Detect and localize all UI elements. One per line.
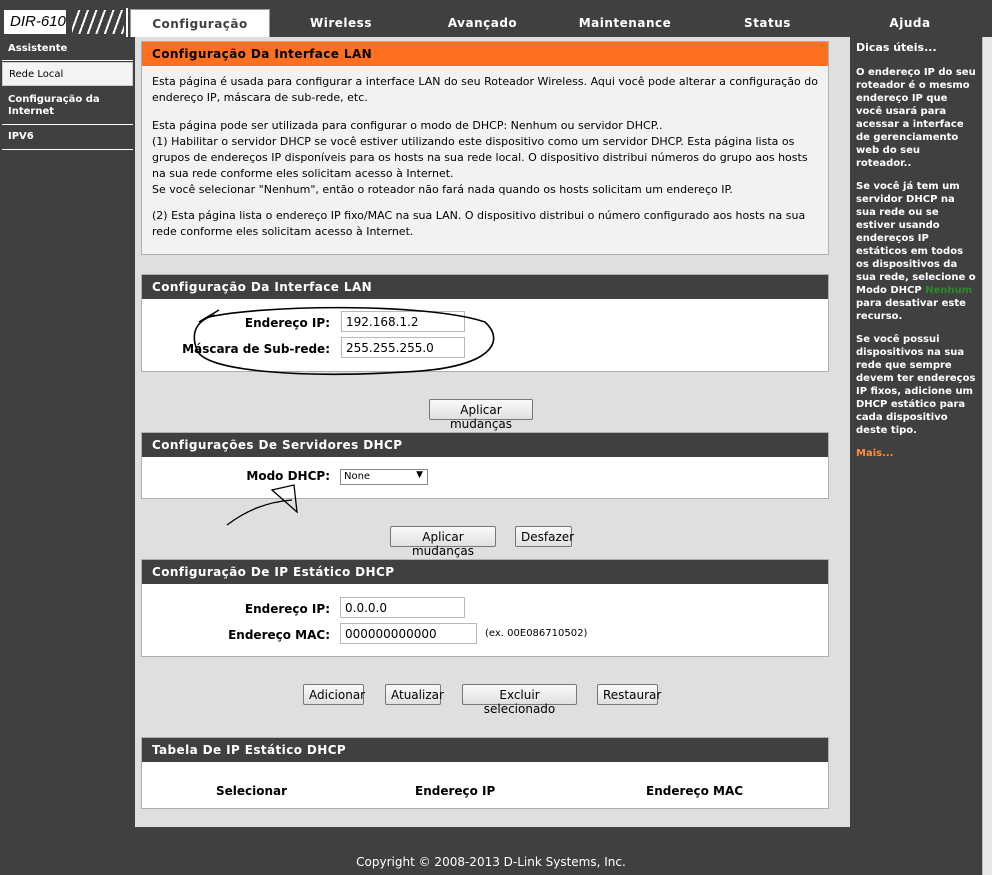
logo-stripes [72, 10, 124, 34]
static-mac-input[interactable]: 000000000000 [340, 623, 477, 644]
model-logo: DIR-610 [2, 8, 128, 37]
tab-ajuda[interactable]: Ajuda [841, 10, 979, 35]
static-ip-panel: Configuração De IP Estático DHCP Endereç… [141, 559, 829, 657]
mac-example-hint: (ex. 00E086710502) [485, 628, 588, 639]
intro-paragraph-2c: Se você selecionar "Nenhum", então o rot… [152, 183, 733, 196]
lan-mask-label: Máscara de Sub-rede: [182, 342, 330, 356]
intro-paragraph-3: (2) Esta página lista o endereço IP fixo… [152, 209, 806, 238]
help-paragraph-2: Se você já tem um servidor DHCP na sua r… [856, 181, 976, 322]
chevron-down-icon: ▼ [416, 470, 423, 480]
tab-status[interactable]: Status [699, 10, 836, 35]
sidebar: Assistente Rede Local Configuração da In… [2, 37, 135, 827]
footer-copyright: Copyright © 2008-2013 D-Link Systems, In… [0, 827, 982, 875]
top-navigation: DIR-610 Configuração Wireless Avançado M… [0, 0, 992, 37]
lan-ip-label: Endereço IP: [244, 316, 330, 330]
sidebar-item-assistente[interactable]: Assistente [2, 37, 133, 61]
restore-button[interactable]: Restaurar [597, 684, 661, 705]
page-edge [982, 37, 992, 875]
sidebar-item-configuracao-internet[interactable]: Configuração da Internet [2, 87, 133, 125]
static-panel-title: Configuração De IP Estático DHCP [142, 560, 828, 584]
intro-panel: Configuração Da Interface LAN Esta págin… [141, 41, 829, 255]
update-button[interactable]: Atualizar [385, 684, 444, 705]
dhcp-mode-select[interactable]: None ▼ [340, 469, 428, 485]
static-ip-input[interactable]: 0.0.0.0 [340, 597, 465, 618]
column-header-mac: Endereço MAC [646, 784, 744, 798]
intro-paragraph-2b: (1) Habilitar o servidor DHCP se você es… [152, 135, 808, 180]
lan-mask-input[interactable]: 255.255.255.0 [341, 337, 465, 358]
model-name: DIR-610 [4, 10, 66, 34]
dhcp-apply-button[interactable]: Aplicar mudanças [390, 526, 496, 558]
static-mac-label: Endereço MAC: [228, 628, 330, 642]
tab-maintenance[interactable]: Maintenance [556, 10, 694, 35]
dhcp-panel-title: Configurações De Servidores DHCP [142, 433, 828, 457]
dhcp-undo-button[interactable]: Desfazer [515, 526, 574, 547]
help-paragraph-1: O endereço IP do seu roteador é o mesmo … [856, 67, 976, 169]
help-paragraph-3: Se você possui dispositivos na sua rede … [856, 334, 976, 436]
main-content: Configuração Da Interface LAN Esta págin… [135, 37, 850, 827]
column-header-ip: Endereço IP [415, 784, 496, 798]
tab-wireless[interactable]: Wireless [273, 10, 409, 35]
dhcp-mode-label: Modo DHCP: [246, 469, 330, 483]
table-title: Tabela De IP Estático DHCP [142, 738, 828, 762]
dhcp-mode-value: None [344, 471, 371, 482]
sidebar-item-ipv6[interactable]: IPV6 [2, 125, 133, 150]
tab-configuracao[interactable]: Configuração [130, 9, 270, 37]
tab-avancado[interactable]: Avançado [414, 10, 551, 35]
sidebar-item-rede-local[interactable]: Rede Local [2, 62, 133, 86]
lan-apply-button[interactable]: Aplicar mudanças [429, 399, 533, 431]
lan-ip-input[interactable]: 192.168.1.2 [341, 311, 465, 332]
intro-paragraph-1: Esta página é usada para configurar a in… [152, 75, 818, 104]
static-ip-label: Endereço IP: [244, 602, 330, 616]
dhcp-server-panel: Configurações De Servidores DHCP Modo DH… [141, 432, 829, 499]
help-none-highlight: Nenhum [925, 285, 973, 296]
help-panel: Dicas úteis... O endereço IP do seu rote… [850, 37, 982, 827]
lan-panel-title: Configuração Da Interface LAN [142, 275, 828, 299]
intro-paragraph-2a: Esta página pode ser utilizada para conf… [152, 119, 663, 132]
column-header-select: Selecionar [216, 784, 288, 798]
static-ip-table: Tabela De IP Estático DHCP Selecionar En… [141, 737, 829, 809]
add-button[interactable]: Adicionar [303, 684, 365, 705]
delete-selected-button[interactable]: Excluir selecionado [462, 684, 577, 716]
help-title: Dicas úteis... [856, 41, 937, 54]
lan-interface-panel: Configuração Da Interface LAN Endereço I… [141, 274, 829, 372]
intro-title: Configuração Da Interface LAN [142, 42, 828, 66]
help-more-link[interactable]: Mais... [856, 447, 976, 460]
